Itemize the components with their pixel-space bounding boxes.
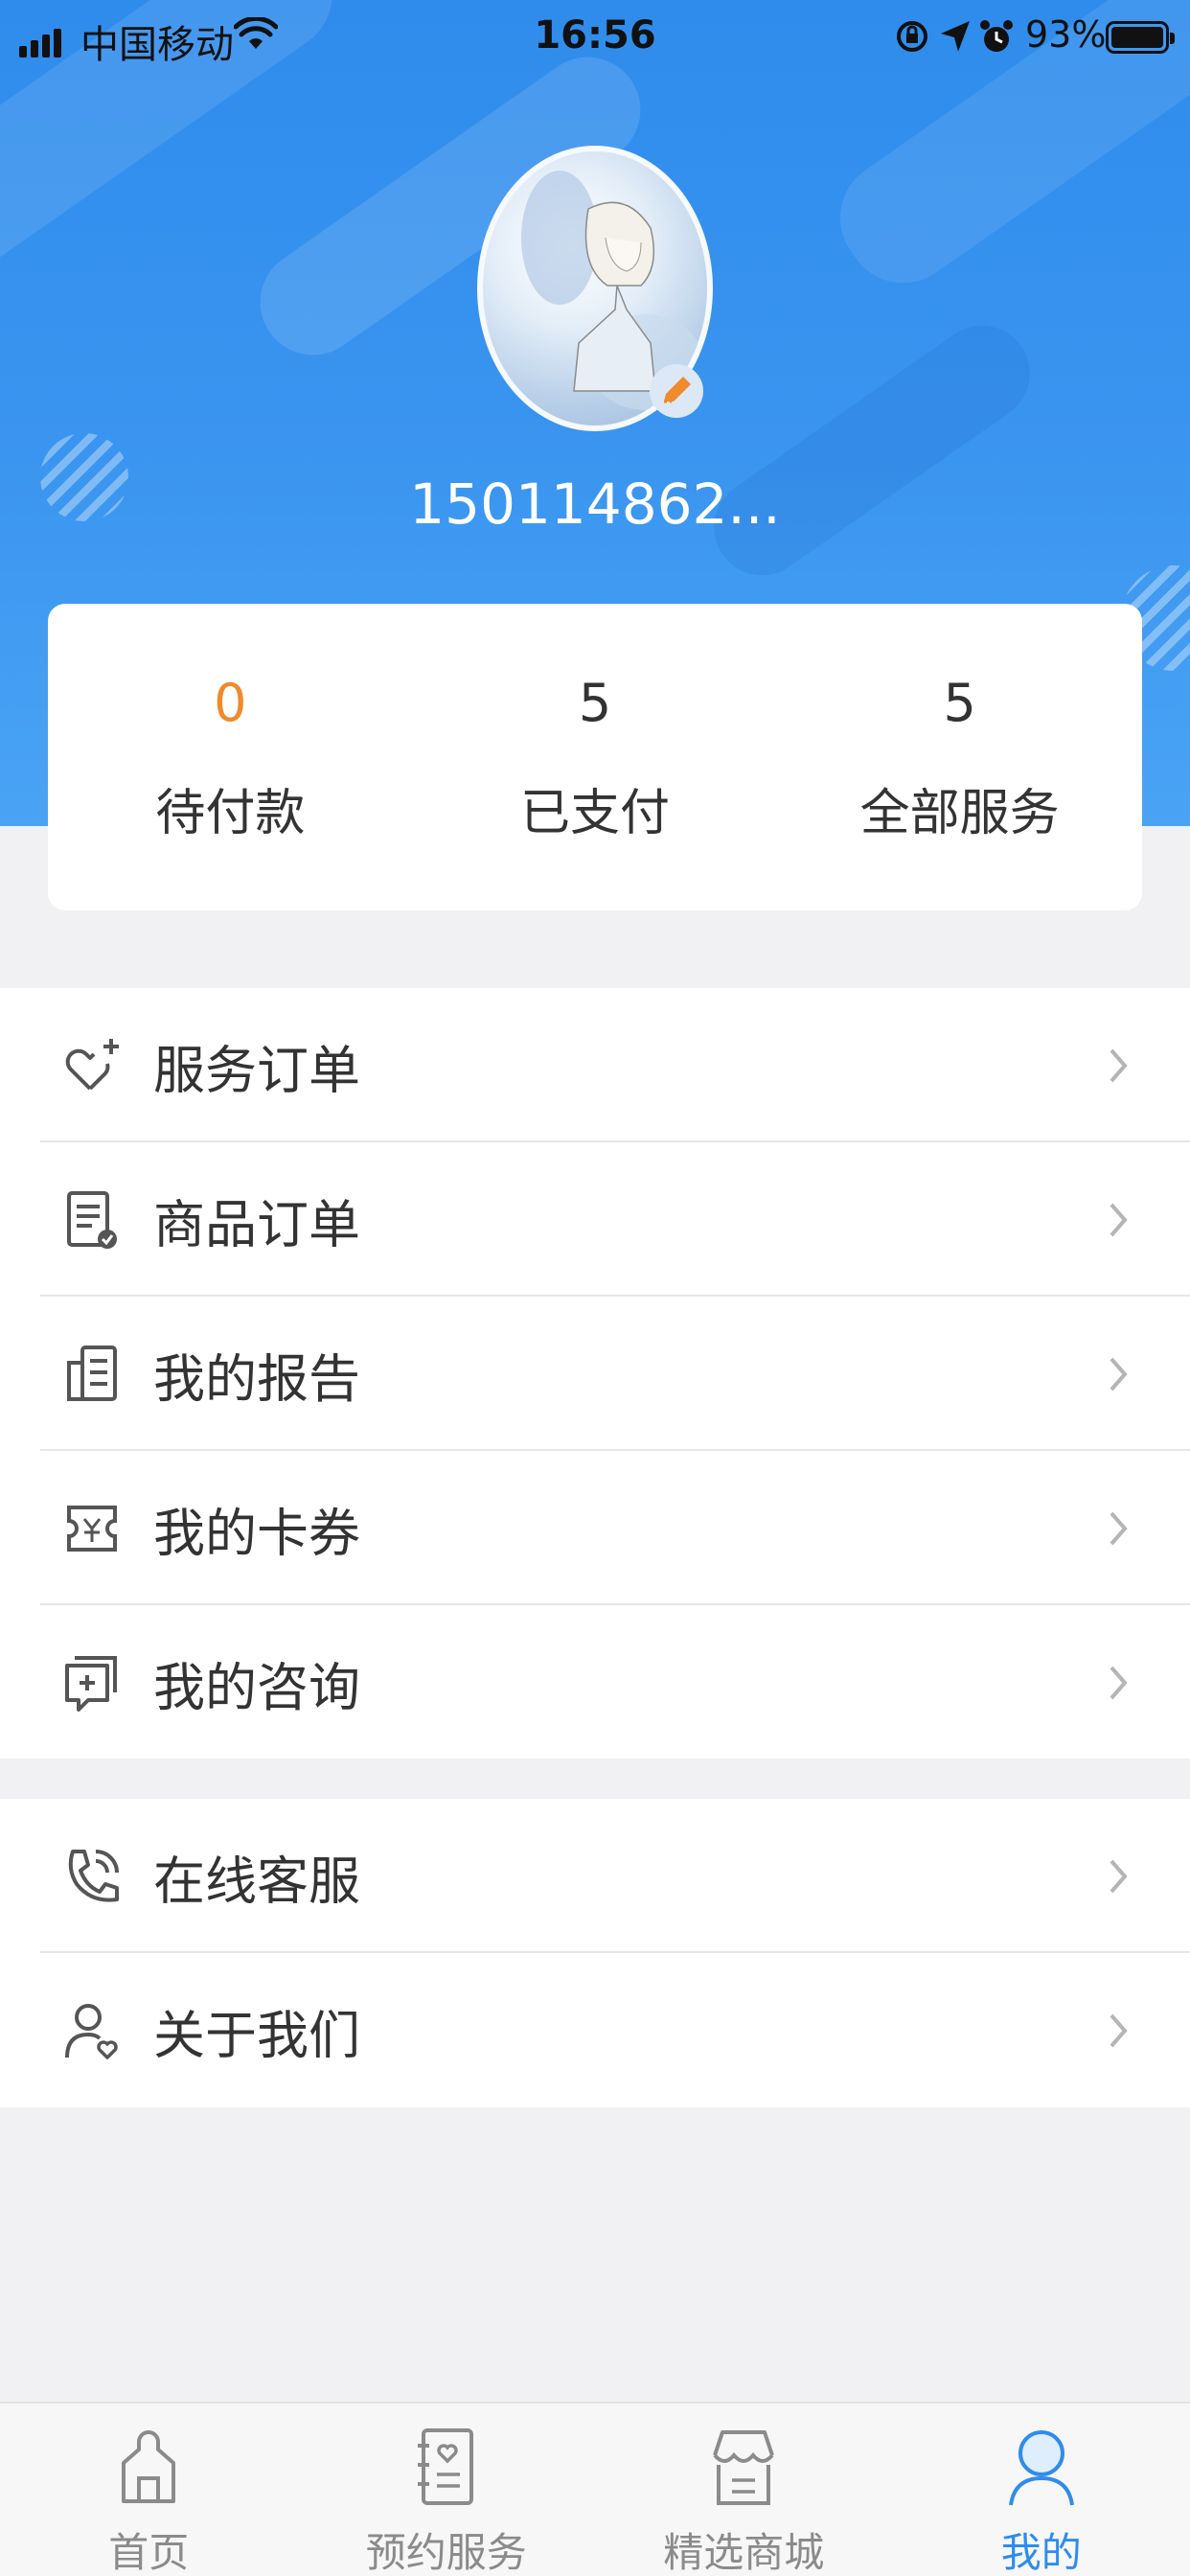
consult-icon (65, 1655, 117, 1712)
tab-label: 精选商城 (663, 2529, 825, 2576)
stat-label: 已支付 (520, 785, 671, 842)
header-decoration (695, 307, 1049, 594)
rotation-lock-icon (897, 21, 927, 52)
profile-icon (1008, 2430, 1074, 2506)
status-bar: 中国移动 16:56 93% (0, 0, 1190, 75)
chevron-right-icon (1110, 1666, 1128, 1699)
chevron-right-icon (1110, 1048, 1128, 1082)
order-check-icon (67, 1190, 117, 1249)
menu-item-label: 我的卡券 (153, 1503, 360, 1563)
menu-item-product-orders[interactable]: 商品订单 (0, 1142, 1190, 1297)
tab-profile[interactable]: 我的 (893, 2404, 1190, 2576)
location-icon (941, 21, 970, 52)
stat-label: 全部服务 (859, 785, 1060, 842)
edit-avatar-button[interactable] (650, 364, 703, 418)
coupon-icon (67, 1505, 117, 1552)
stat-pending-payment[interactable]: 0 待付款 (48, 604, 413, 910)
battery-icon (1106, 21, 1175, 54)
battery-percentage: 93% (1025, 13, 1107, 56)
menu-item-about-us[interactable]: 关于我们 (0, 1953, 1190, 2107)
menu-item-label: 商品订单 (153, 1194, 360, 1254)
stat-value: 5 (578, 673, 612, 733)
menu-item-label: 我的咨询 (153, 1657, 360, 1717)
chevron-right-icon (1110, 1511, 1128, 1545)
stat-label: 待付款 (155, 785, 306, 842)
heart-plus-icon (65, 1038, 119, 1090)
bottom-tab-bar: 首页 预约服务 精选商城 我的 (0, 2402, 1190, 2576)
chevron-right-icon (1110, 1859, 1128, 1893)
alarm-icon (980, 20, 1013, 52)
stat-value: 0 (214, 673, 247, 733)
store-icon (713, 2430, 775, 2505)
stat-all-services[interactable]: 5 全部服务 (777, 604, 1142, 910)
pencil-icon (664, 377, 691, 403)
menu-item-my-coupons[interactable]: 我的卡券 (0, 1451, 1190, 1605)
appointment-icon (417, 2428, 473, 2505)
menu-item-online-support[interactable]: 在线客服 (0, 1799, 1190, 1953)
tab-store[interactable]: 精选商城 (595, 2404, 893, 2576)
menu-item-label: 服务订单 (153, 1040, 360, 1100)
tab-label: 我的 (1000, 2529, 1082, 2576)
profile-page: 中国移动 16:56 93% 150114862... 0 待付款 5 已支付 … (0, 0, 1190, 2576)
username[interactable]: 150114862... (0, 472, 1190, 537)
report-icon (67, 1345, 117, 1401)
stat-value: 5 (943, 673, 976, 733)
tab-home[interactable]: 首页 (0, 2404, 298, 2576)
menu-item-label: 关于我们 (153, 2005, 360, 2065)
menu-item-service-orders[interactable]: 服务订单 (0, 988, 1190, 1142)
tab-label: 首页 (108, 2529, 190, 2576)
tab-appointment[interactable]: 预约服务 (298, 2404, 596, 2576)
menu-item-label: 我的报告 (153, 1348, 360, 1409)
menu-item-my-reports[interactable]: 我的报告 (0, 1297, 1190, 1451)
menu-group-orders: 服务订单 商品订单 我的报告 我的卡券 我的咨询 (0, 988, 1190, 1759)
chevron-right-icon (1110, 1203, 1128, 1236)
home-icon (122, 2430, 176, 2503)
menu-item-label: 在线客服 (153, 1851, 360, 1911)
user-heart-icon (65, 2003, 118, 2059)
stat-paid[interactable]: 5 已支付 (413, 604, 778, 910)
tab-label: 预约服务 (365, 2529, 527, 2576)
chevron-right-icon (1110, 1357, 1128, 1391)
menu-item-my-consultations[interactable]: 我的咨询 (0, 1605, 1190, 1760)
order-stats-card: 0 待付款 5 已支付 5 全部服务 (48, 604, 1142, 910)
chevron-right-icon (1110, 2013, 1128, 2047)
menu-group-support: 在线客服 关于我们 (0, 1799, 1190, 2107)
phone-icon (68, 1849, 119, 1902)
